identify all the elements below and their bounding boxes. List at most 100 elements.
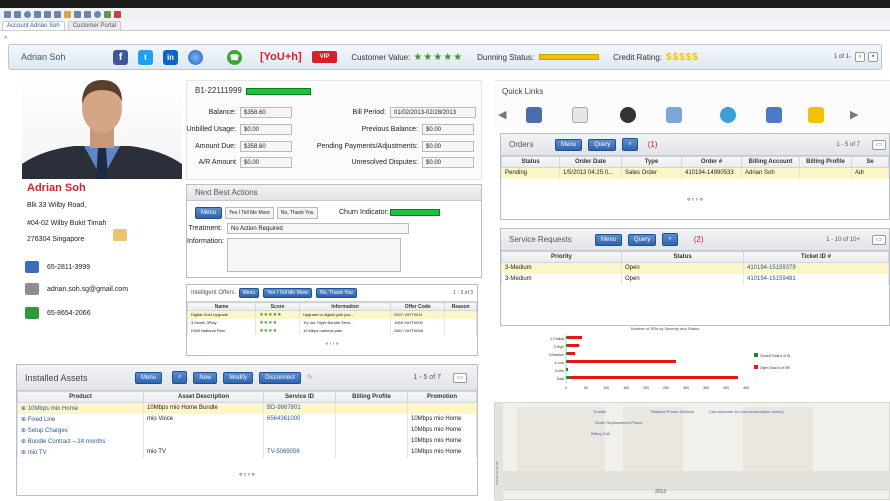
information-textarea[interactable]: [227, 238, 401, 272]
assets-col-promotion[interactable]: Promotion: [407, 391, 477, 403]
service-col-priority[interactable]: Priority: [501, 251, 622, 263]
assets-col-description[interactable]: Asset Description: [143, 391, 264, 403]
close-icon[interactable]: ×: [868, 52, 878, 62]
service-col-status[interactable]: Status: [621, 251, 744, 263]
assets-pagination[interactable]: « ‹ › »: [17, 472, 477, 478]
order-icon[interactable]: [526, 107, 542, 123]
table-row[interactable]: ⊕ 10Mbps mio Home 10Mbps mio Home Bundle…: [17, 402, 477, 414]
mobile-icon[interactable]: [25, 307, 39, 319]
document-icon[interactable]: [572, 107, 588, 123]
offers-col-information[interactable]: Information: [298, 302, 392, 311]
timeline-event[interactable]: Call customer for post-subscription surv…: [709, 409, 783, 414]
orders-col-type[interactable]: Type: [621, 156, 682, 168]
globe-icon[interactable]: [188, 49, 203, 65]
next-record-button[interactable]: ›: [855, 52, 865, 62]
table-row[interactable]: Digital Gold Upgrade ★★★★★ Upgrade to di…: [186, 310, 477, 319]
orders-col-billing-profile[interactable]: Billing Profile: [799, 156, 852, 168]
users-icon[interactable]: [64, 10, 71, 18]
save-icon[interactable]: [14, 10, 21, 18]
table-row[interactable]: ⊕ Setup Charges 10Mbps mio Home: [17, 424, 477, 436]
nba-no-button[interactable]: No, Thank You: [276, 207, 318, 219]
settings-icon[interactable]: [620, 107, 636, 123]
treatment-field[interactable]: No Action Required: [227, 223, 409, 234]
phone-icon[interactable]: ☎: [227, 49, 242, 65]
print-icon[interactable]: [84, 10, 91, 18]
assets-col-product[interactable]: Product: [17, 391, 144, 403]
email-icon[interactable]: [25, 283, 39, 295]
quick-links-prev-icon[interactable]: ◀: [498, 108, 506, 121]
service-menu-button[interactable]: Menu: [595, 233, 623, 246]
orders-pagination[interactable]: « ‹ › »: [501, 197, 889, 203]
orders-collapse-icon[interactable]: ▭: [872, 139, 886, 150]
orders-col-status[interactable]: Status: [501, 156, 560, 168]
home-icon[interactable]: [4, 10, 11, 18]
orders-menu-button[interactable]: Menu: [555, 138, 583, 151]
table-row[interactable]: 3-Medium Open 410194-15159481: [501, 273, 889, 285]
nba-yes-button[interactable]: Yes I Tell Me More: [225, 207, 274, 219]
alert-icon[interactable]: [808, 107, 824, 123]
twitter-icon[interactable]: t: [138, 49, 153, 65]
assets-new-button[interactable]: New: [193, 371, 218, 384]
chat-icon[interactable]: [720, 107, 736, 123]
table-row[interactable]: DSM National Plan ★★★★ 10 Mbps national …: [186, 326, 477, 335]
table-row[interactable]: ⊕ mio TV mio TV TV-5069056 10Mbps mio Ho…: [17, 446, 477, 458]
assets-search-icon[interactable]: ⌕: [172, 371, 188, 384]
orders-query-button[interactable]: Query: [588, 138, 617, 151]
assets-edit-icon[interactable]: ✎: [307, 373, 314, 382]
timeline-event[interactable]: Replace Phone Delivery: [651, 409, 694, 414]
map-icon[interactable]: [113, 229, 127, 241]
assets-title: Installed Assets: [25, 372, 88, 383]
assets-col-billing-profile[interactable]: Billing Profile: [335, 391, 408, 403]
mail-icon[interactable]: [34, 10, 41, 18]
calendar-icon[interactable]: [54, 10, 61, 18]
document-icon[interactable]: [44, 10, 51, 18]
assets-menu-button[interactable]: Menu: [135, 371, 163, 384]
offers-col-name[interactable]: Name: [186, 302, 257, 311]
orders-search-icon[interactable]: ⌕: [622, 138, 638, 151]
nba-menu-button[interactable]: Menu: [195, 207, 223, 219]
service-search-icon[interactable]: ⌕: [662, 233, 678, 246]
orders-col-billing-account[interactable]: Billing Account: [741, 156, 800, 168]
linkedin-icon[interactable]: in: [163, 49, 178, 65]
collapse-arrow-icon[interactable]: »: [4, 35, 7, 41]
globe-icon[interactable]: [24, 10, 31, 18]
timeline-event[interactable]: Order Replacement Phone: [595, 420, 643, 425]
table-row[interactable]: 3 Month 3Play ★★★★ Try our Triple Bundle…: [186, 318, 477, 327]
table-row[interactable]: ⊕ Fixed Line mio Voice 6564361000 10Mbps…: [17, 413, 477, 425]
service-query-button[interactable]: Query: [628, 233, 657, 246]
chart-icon[interactable]: [104, 10, 111, 18]
offers-pagination[interactable]: « ‹ › »: [187, 341, 477, 347]
tab-account[interactable]: Account Adrian Soh: [2, 21, 65, 30]
clock-icon[interactable]: [94, 10, 101, 18]
tab-customer-portal[interactable]: Customer Portal: [67, 21, 122, 30]
table-row[interactable]: 3-Medium Open 410194-15159379: [501, 262, 889, 274]
bookmark-icon[interactable]: [114, 10, 121, 18]
billing-icon[interactable]: [666, 107, 682, 123]
assets-collapse-icon[interactable]: ▭: [453, 372, 467, 383]
list-icon[interactable]: [74, 10, 81, 18]
offers-col-score[interactable]: Score: [255, 302, 300, 311]
service-collapse-icon[interactable]: ▭: [872, 234, 886, 245]
table-row[interactable]: ⊕ Bundle Contract – 24 months 10Mbps mio…: [17, 435, 477, 447]
quick-links-next-icon[interactable]: ▶: [850, 108, 858, 121]
assets-col-service-id[interactable]: Service ID: [263, 391, 336, 403]
table-row[interactable]: Pending 1/5/2013 04:25:0... Sales Order …: [501, 167, 889, 179]
facebook-icon[interactable]: f: [113, 49, 128, 65]
email-address[interactable]: adrian.soh.sg@gmail.com: [47, 286, 128, 293]
orders-col-more[interactable]: Se: [851, 156, 889, 168]
top-bar: [0, 0, 890, 8]
offers-col-code[interactable]: Offer Code: [390, 302, 446, 311]
service-col-ticket[interactable]: Ticket ID #: [743, 251, 889, 263]
reports-icon[interactable]: [766, 107, 782, 123]
timeline-event[interactable]: Trouble: [593, 409, 606, 414]
assets-modify-button[interactable]: Modify: [223, 371, 254, 384]
orders-col-order-date[interactable]: Order Date: [559, 156, 622, 168]
assets-disconnect-button[interactable]: Disconnect: [259, 371, 301, 384]
offers-no-button[interactable]: No, Thank You: [315, 288, 357, 298]
timeline-event[interactable]: Billing Call: [591, 431, 610, 436]
orders-col-order-number[interactable]: Order #: [681, 156, 742, 168]
offers-col-reason[interactable]: Reason: [444, 302, 477, 311]
offers-yes-button[interactable]: Yes I Tell Me More: [263, 288, 312, 298]
phone-icon[interactable]: [25, 261, 39, 273]
offers-menu-button[interactable]: Menu: [238, 288, 260, 298]
